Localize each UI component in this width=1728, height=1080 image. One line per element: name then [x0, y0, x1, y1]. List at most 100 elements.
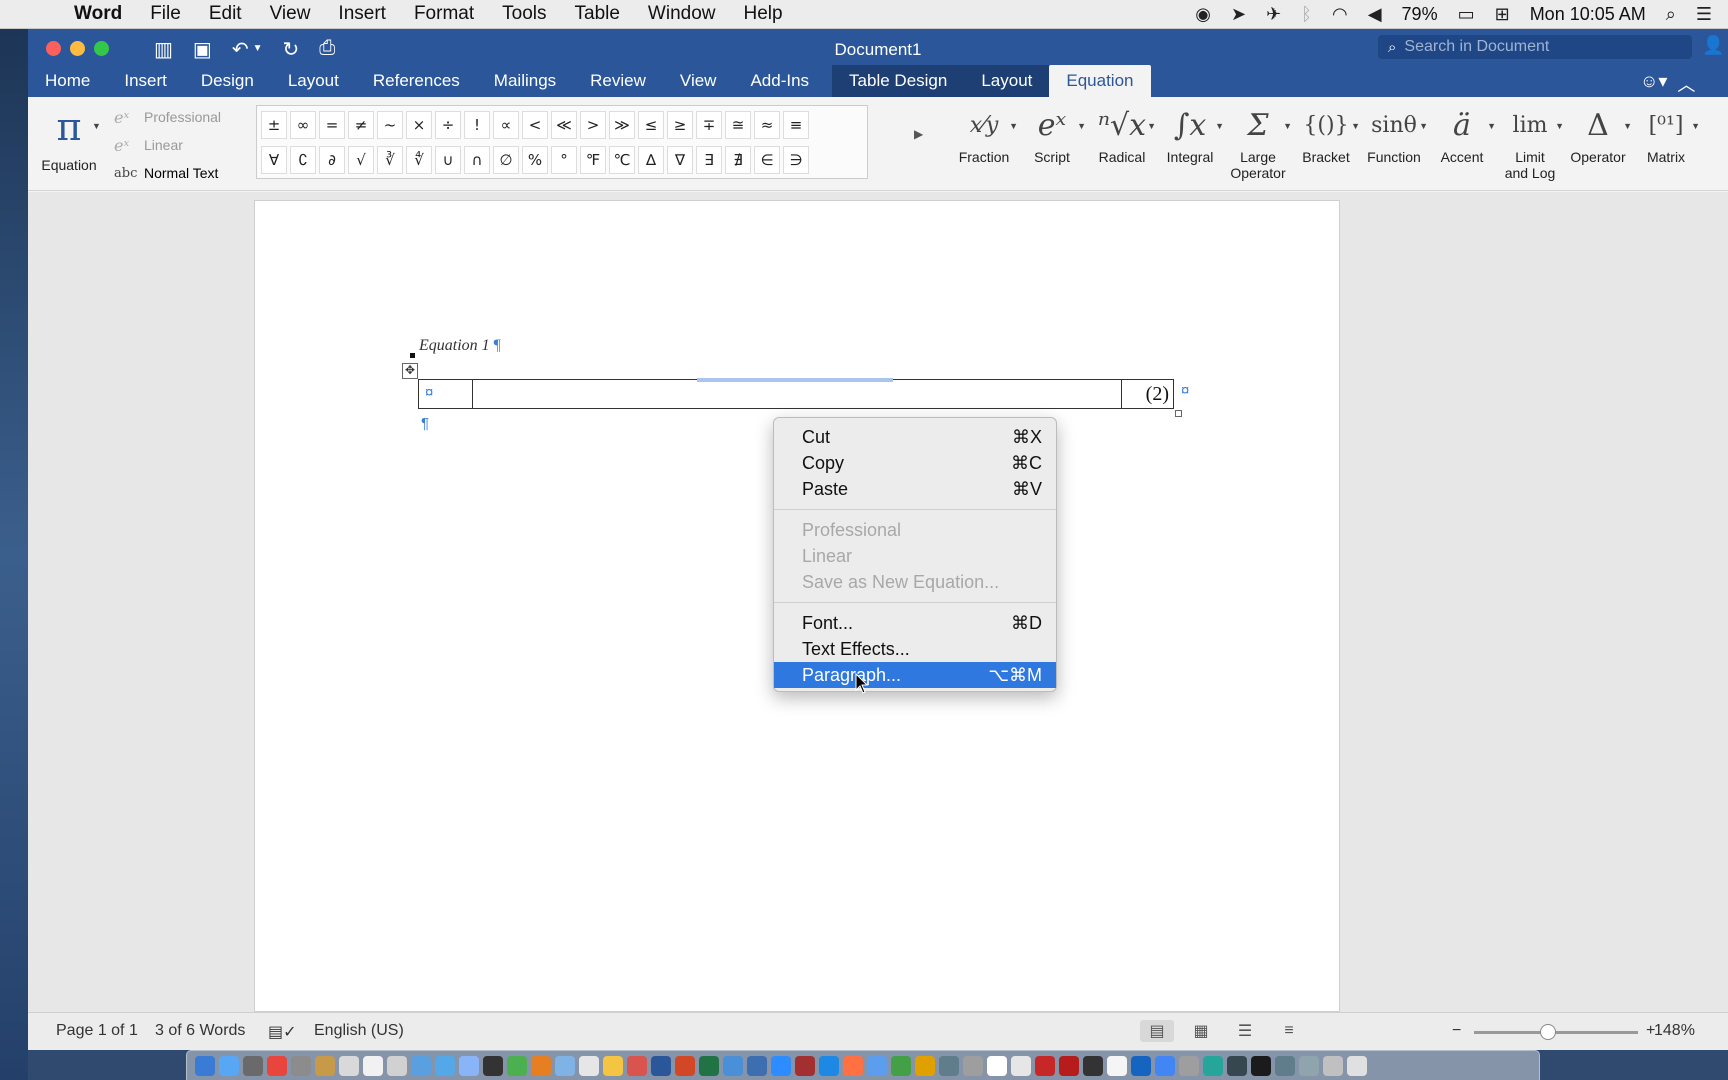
symbol-button[interactable]: ∆ [638, 146, 664, 174]
location-icon[interactable]: ➤ [1231, 4, 1246, 25]
word-count[interactable]: 3 of 6 Words [155, 1022, 245, 1040]
zoom-slider[interactable] [1474, 1031, 1638, 1034]
menu-insert[interactable]: Insert [338, 3, 386, 25]
symbol-button[interactable]: > [580, 111, 606, 139]
symbol-button[interactable]: ÷ [435, 111, 461, 139]
dock-app-icon[interactable] [627, 1055, 647, 1076]
share-user-icon[interactable]: 👤 [1702, 35, 1724, 56]
limit-and-log-button[interactable]: lim ▼ Limit and Log [1496, 101, 1564, 182]
menu-edit[interactable]: Edit [209, 3, 242, 25]
zoom-slider-knob[interactable] [1540, 1024, 1556, 1040]
symbol-button[interactable]: ∛ [377, 146, 403, 174]
tab-design[interactable]: Design [184, 65, 271, 97]
symbol-button[interactable]: ∋ [783, 146, 809, 174]
tab-references[interactable]: References [356, 65, 477, 97]
dock-app-icon[interactable] [963, 1055, 983, 1076]
dock-app-icon[interactable] [1059, 1055, 1079, 1076]
web-layout-view-icon[interactable]: ▦ [1184, 1020, 1218, 1042]
dock-app-icon[interactable] [1299, 1055, 1319, 1076]
symbol-button[interactable]: = [319, 111, 345, 139]
tab-equation[interactable]: Equation [1049, 65, 1151, 97]
dock-app-icon[interactable] [339, 1055, 359, 1076]
dock-app-icon[interactable] [1275, 1055, 1295, 1076]
menu-tools[interactable]: Tools [502, 3, 546, 25]
matrix-button[interactable]: [⁰¹] ▼ Matrix [1632, 101, 1700, 166]
symbol-button[interactable]: ℉ [580, 146, 606, 174]
menu-window[interactable]: Window [648, 3, 716, 25]
symbol-button[interactable]: ∝ [493, 111, 519, 139]
notification-center-icon[interactable]: ☰ [1696, 4, 1712, 25]
symbol-button[interactable]: ∪ [435, 146, 461, 174]
dock-app-icon[interactable] [1323, 1055, 1343, 1076]
dock-app-icon[interactable] [747, 1055, 767, 1076]
symbol-button[interactable]: < [522, 111, 548, 139]
dock-app-icon[interactable] [1083, 1055, 1103, 1076]
symbol-button[interactable]: √ [348, 146, 374, 174]
function-button[interactable]: sinθ ▼ Function [1360, 101, 1428, 166]
outline-view-icon[interactable]: ☰ [1228, 1020, 1262, 1042]
equation-caption[interactable]: Equation 1 ¶ [419, 337, 501, 355]
menu-item-copy[interactable]: Copy ⌘C [774, 450, 1056, 476]
symbol-button[interactable]: × [406, 111, 432, 139]
menu-help[interactable]: Help [744, 3, 783, 25]
language[interactable]: English (US) [314, 1022, 404, 1040]
symbol-button[interactable]: ∇ [667, 146, 693, 174]
equation-number-cell[interactable]: (2) [1121, 380, 1173, 408]
dock-app-icon[interactable] [363, 1055, 383, 1076]
symbol-button[interactable]: ℃ [609, 146, 635, 174]
script-button[interactable]: eˣ ▼ Script [1018, 101, 1086, 166]
spotlight-icon[interactable]: ⌕ [1666, 4, 1676, 25]
tab-layout[interactable]: Layout [271, 65, 356, 97]
fraction-button[interactable]: x⁄y ▼ Fraction [950, 101, 1018, 166]
dock-app-icon[interactable] [699, 1055, 719, 1076]
dock-app-icon[interactable] [219, 1055, 239, 1076]
menubar-clock[interactable]: Mon 10:05 AM [1530, 4, 1646, 25]
tab-view[interactable]: View [663, 65, 734, 97]
zoom-level[interactable]: 148% [1654, 1022, 1695, 1040]
dock-app-icon[interactable] [459, 1055, 479, 1076]
symbol-button[interactable]: ∂ [319, 146, 345, 174]
symbol-button[interactable]: ∃ [696, 146, 722, 174]
symbol-button[interactable]: ∈ [754, 146, 780, 174]
menu-app-word[interactable]: Word [74, 3, 122, 25]
dock-app-icon[interactable] [795, 1055, 815, 1076]
symbol-button[interactable]: ∓ [696, 111, 722, 139]
symbol-button[interactable]: % [522, 146, 548, 174]
dock-app-icon[interactable] [891, 1055, 911, 1076]
large-operator-button[interactable]: Σ ▼ Large Operator [1224, 101, 1292, 182]
dock-app-icon[interactable] [195, 1055, 215, 1076]
send-icon[interactable]: ✈ [1266, 4, 1281, 25]
accent-button[interactable]: ä ▼ Accent [1428, 101, 1496, 166]
dock-app-icon[interactable] [315, 1055, 335, 1076]
linear-mode-button[interactable]: eˣ Linear [114, 131, 221, 159]
bracket-button[interactable]: {()} ▼ Bracket [1292, 101, 1360, 166]
bluetooth-icon[interactable]: ᛒ [1301, 4, 1312, 25]
menu-format[interactable]: Format [414, 3, 474, 25]
tab-add-ins[interactable]: Add-Ins [733, 65, 826, 97]
symbol-button[interactable]: ° [551, 146, 577, 174]
symbol-button[interactable]: ~ [377, 111, 403, 139]
dock-app-icon[interactable] [579, 1055, 599, 1076]
dock-app-icon[interactable] [1251, 1055, 1271, 1076]
dock-app-icon[interactable] [651, 1055, 671, 1076]
dock-app-icon[interactable] [291, 1055, 311, 1076]
collapse-ribbon-icon[interactable]: ︿ [1677, 71, 1695, 97]
menu-item-cut[interactable]: Cut ⌘X [774, 424, 1056, 450]
equation-selection-handle[interactable] [697, 378, 893, 382]
wifi-icon[interactable]: ◠ [1332, 4, 1348, 25]
dock-app-icon[interactable] [1203, 1055, 1223, 1076]
tab-table-layout[interactable]: Layout [964, 65, 1050, 97]
dock-app-icon[interactable] [387, 1055, 407, 1076]
dock-app-icon[interactable] [507, 1055, 527, 1076]
dock-app-icon[interactable] [915, 1055, 935, 1076]
dock-app-icon[interactable] [555, 1055, 575, 1076]
zoom-out-icon[interactable]: − [1452, 1022, 1461, 1040]
integral-button[interactable]: ∫x ▼ Integral [1156, 101, 1224, 166]
symbol-button[interactable]: ≠ [348, 111, 374, 139]
dock-app-icon[interactable] [603, 1055, 623, 1076]
symbol-button[interactable]: ≫ [609, 111, 635, 139]
dock-app-icon[interactable] [987, 1055, 1007, 1076]
menu-item-font[interactable]: Font... ⌘D [774, 610, 1056, 636]
symbol-button[interactable]: ∁ [290, 146, 316, 174]
print-layout-view-icon[interactable]: ▤ [1140, 1020, 1174, 1042]
